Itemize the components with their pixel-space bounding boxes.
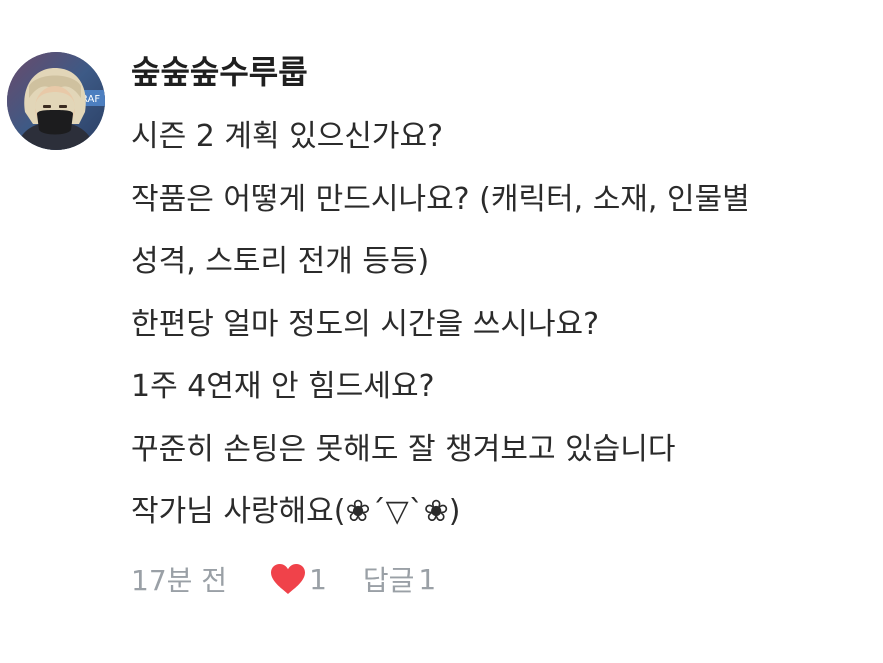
- comment-line: 작가님 사랑해요(❀´▽`❀): [131, 494, 461, 529]
- like-count: 1: [309, 562, 327, 596]
- comment-line: 성격, 스토리 전개 등등): [131, 244, 430, 279]
- comment-line: 꾸준히 손팅은 못해도 잘 챙겨보고 있습니다: [131, 431, 676, 467]
- comment-line: 한편당 얼마 정도의 시간을 쓰시나요?: [131, 306, 600, 342]
- comment-username[interactable]: 숲숲숲수루룹: [131, 52, 308, 92]
- comment-body: 시즌 2 계획 있으신가요? 작품은 어떻게 만드시나요? (캐릭터, 소재, …: [131, 106, 876, 544]
- comment-item: RAF 숲숲숲수루룹 시즌 2 계획 있으신가요? 작품은 어떻게 만드시나요?…: [0, 0, 883, 663]
- avatar[interactable]: RAF: [7, 52, 105, 150]
- comment-meta: 17분 전 1 답글 1: [131, 557, 436, 601]
- avatar-image: RAF: [7, 52, 105, 150]
- comment-line: 1주 4연재 안 힘드세요?: [131, 369, 435, 404]
- heart-icon: [271, 564, 306, 594]
- reply-label: 답글: [362, 564, 415, 597]
- reply-count: 1: [418, 562, 437, 596]
- reply-button[interactable]: 답글 1: [363, 559, 436, 599]
- like-button[interactable]: 1: [269, 562, 327, 596]
- comment-timestamp: 17분 전: [131, 564, 228, 597]
- comment-line: 시즌 2 계획 있으신가요?: [131, 119, 444, 154]
- comment-line: 작품은 어떻게 만드시나요? (캐릭터, 소재, 인물별: [131, 181, 750, 217]
